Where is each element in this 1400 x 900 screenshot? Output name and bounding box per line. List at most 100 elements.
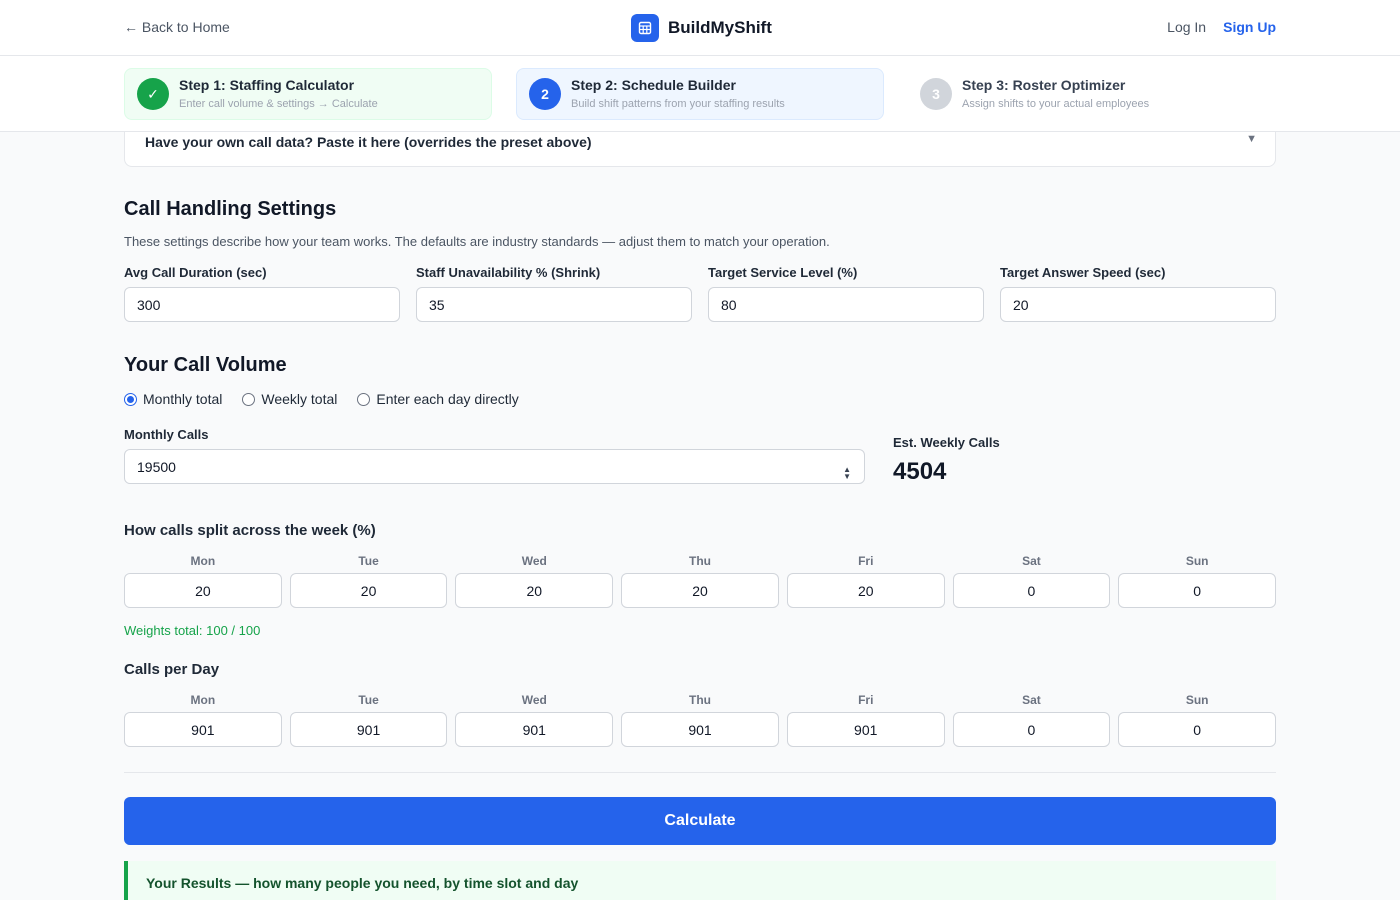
calls-per-day-heading: Calls per Day — [124, 661, 220, 678]
day-name: Fri — [858, 554, 874, 568]
step-subtitle: Assign shifts to your actual employees — [962, 98, 1150, 110]
step-subtitle: Build shift patterns from your staffing … — [571, 98, 785, 110]
step-roster-optimizer[interactable]: 3 Step 3: Roster Optimizer Assign shifts… — [908, 68, 1276, 120]
checkmark-icon: ✓ — [137, 78, 169, 110]
day-column: Mon 901 — [124, 692, 282, 747]
day-column: Mon 20 — [124, 553, 282, 608]
shrinkage-field: Staff Unavailability % (Shrink) — [416, 265, 692, 322]
calls-per-day-input[interactable]: 0 — [1118, 712, 1277, 747]
field-label: Avg Call Duration (sec) — [124, 265, 267, 280]
day-column: Wed 901 — [455, 692, 614, 747]
back-to-home-link[interactable]: ← Back to Home — [124, 19, 230, 35]
step-staffing-calculator[interactable]: ✓ Step 1: Staffing Calculator Enter call… — [124, 68, 492, 120]
field-label: Monthly Calls — [124, 427, 209, 442]
split-percent-input[interactable]: 0 — [1118, 573, 1277, 608]
settings-description: These settings describe how your team wo… — [124, 234, 830, 249]
day-column: Tue 901 — [289, 692, 448, 747]
volume-mode-radios: Monthly total Weekly total Enter each da… — [124, 391, 519, 407]
chevron-down-icon: ▼ — [1246, 133, 1257, 145]
calls-per-day-input[interactable]: 0 — [952, 712, 1111, 747]
login-link[interactable]: Log In — [1167, 19, 1206, 35]
radio-unchecked-icon — [242, 392, 256, 406]
day-name: Sun — [1185, 693, 1209, 707]
answer-speed-field: Target Answer Speed (sec) — [1000, 265, 1276, 322]
day-name: Sun — [1185, 554, 1209, 568]
top-navbar: ← Back to Home BuildMyShift Log In Sign … — [0, 0, 1400, 56]
split-percent-input[interactable]: 20 — [124, 573, 282, 608]
radio-monthly-total[interactable]: Monthly total — [124, 391, 222, 407]
field-label: Target Answer Speed (sec) — [1000, 265, 1166, 280]
radio-label: Weekly total — [261, 391, 338, 407]
day-name: Wed — [521, 693, 547, 707]
est-weekly-label: Est. Weekly Calls — [893, 435, 1000, 450]
calls-per-day-input[interactable]: 901 — [621, 712, 779, 747]
radio-each-day[interactable]: Enter each day directly — [357, 391, 519, 407]
day-column: Tue 20 — [289, 553, 448, 608]
est-weekly-calls: Est. Weekly Calls 4504 — [893, 435, 1000, 486]
calls-per-day-input[interactable]: 901 — [124, 712, 282, 747]
monthly-calls-input[interactable] — [124, 449, 865, 484]
day-column: Sat 0 — [952, 553, 1111, 608]
day-column: Fri 20 — [786, 553, 945, 608]
day-column: Sun 0 — [1118, 692, 1277, 747]
weights-total: Weights total: 100 / 100 — [124, 623, 261, 638]
shrinkage-input[interactable] — [416, 287, 692, 322]
field-label: Staff Unavailability % (Shrink) — [416, 265, 601, 280]
brand-name: BuildMyShift — [668, 18, 772, 37]
service-level-input[interactable] — [708, 287, 984, 322]
radio-checked-icon — [124, 392, 137, 406]
radio-weekly-total[interactable]: Weekly total — [242, 391, 337, 407]
divider — [124, 772, 1276, 773]
day-name: Tue — [358, 554, 379, 568]
step-number-badge: 3 — [920, 78, 952, 110]
day-name: Wed — [521, 554, 547, 568]
split-day-grid: Mon 20 Tue 20 Wed 20 Thu 20 Fri 20 Sat 0 Sun 0 — [124, 553, 1277, 608]
day-name: Mon — [190, 554, 216, 568]
monthly-calls-field: Monthly Calls ▲▼ — [124, 427, 865, 484]
day-column: Thu 20 — [621, 553, 779, 608]
day-name: Sat — [1022, 693, 1041, 707]
step-title: Step 3: Roster Optimizer — [962, 77, 1126, 93]
step-title: Step 1: Staffing Calculator — [179, 77, 355, 93]
radio-label: Enter each day directly — [376, 391, 519, 407]
day-name: Tue — [358, 693, 379, 707]
calculate-button[interactable]: Calculate — [124, 797, 1276, 845]
day-column: Sat 0 — [952, 692, 1111, 747]
day-name: Mon — [190, 693, 216, 707]
avg-call-duration-field: Avg Call Duration (sec) — [124, 265, 400, 322]
auth-links: Log In Sign Up — [1167, 19, 1276, 35]
calendar-grid-icon — [631, 14, 659, 42]
calls-per-day-input[interactable]: 901 — [455, 712, 614, 747]
est-weekly-value: 4504 — [893, 458, 947, 485]
paste-call-data-label: Have your own call data? Paste it here (… — [145, 134, 592, 150]
day-column: Sun 0 — [1118, 553, 1277, 608]
signup-link[interactable]: Sign Up — [1223, 19, 1276, 35]
split-percent-input[interactable]: 20 — [289, 573, 448, 608]
calls-per-day-input[interactable]: 901 — [786, 712, 945, 747]
avg-call-duration-input[interactable] — [124, 287, 400, 322]
step-schedule-builder[interactable]: 2 Step 2: Schedule Builder Build shift p… — [516, 68, 884, 120]
split-percent-input[interactable]: 20 — [786, 573, 945, 608]
settings-heading: Call Handling Settings — [124, 198, 337, 220]
step-number-badge: 2 — [529, 78, 561, 110]
day-name: Thu — [689, 554, 712, 568]
split-heading: How calls split across the week (%) — [124, 522, 376, 539]
results-banner: Your Results — how many people you need,… — [124, 861, 1276, 900]
service-level-field: Target Service Level (%) — [708, 265, 984, 322]
step-title: Step 2: Schedule Builder — [571, 77, 736, 93]
calls-per-day-input[interactable]: 901 — [289, 712, 448, 747]
day-name: Thu — [689, 693, 712, 707]
split-percent-input[interactable]: 0 — [952, 573, 1111, 608]
step-subtitle: Enter call volume & settings → Calculate — [179, 98, 378, 110]
radio-label: Monthly total — [143, 391, 223, 407]
brand[interactable]: BuildMyShift — [631, 14, 772, 42]
split-percent-input[interactable]: 20 — [455, 573, 614, 608]
field-label: Target Service Level (%) — [708, 265, 858, 280]
number-spinner-icon[interactable]: ▲ ▼ — [843, 466, 851, 481]
answer-speed-input[interactable] — [1000, 287, 1276, 322]
results-heading: Your Results — how many people you need,… — [146, 875, 579, 891]
calls-per-day-grid: Mon 901 Tue 901 Wed 901 Thu 901 Fri 901 Sat 0 Sun 0 — [124, 692, 1277, 747]
split-percent-input[interactable]: 20 — [621, 573, 779, 608]
wizard-steps-bar: ✓ Step 1: Staffing Calculator Enter call… — [0, 56, 1400, 132]
call-volume-heading: Your Call Volume — [124, 354, 287, 376]
